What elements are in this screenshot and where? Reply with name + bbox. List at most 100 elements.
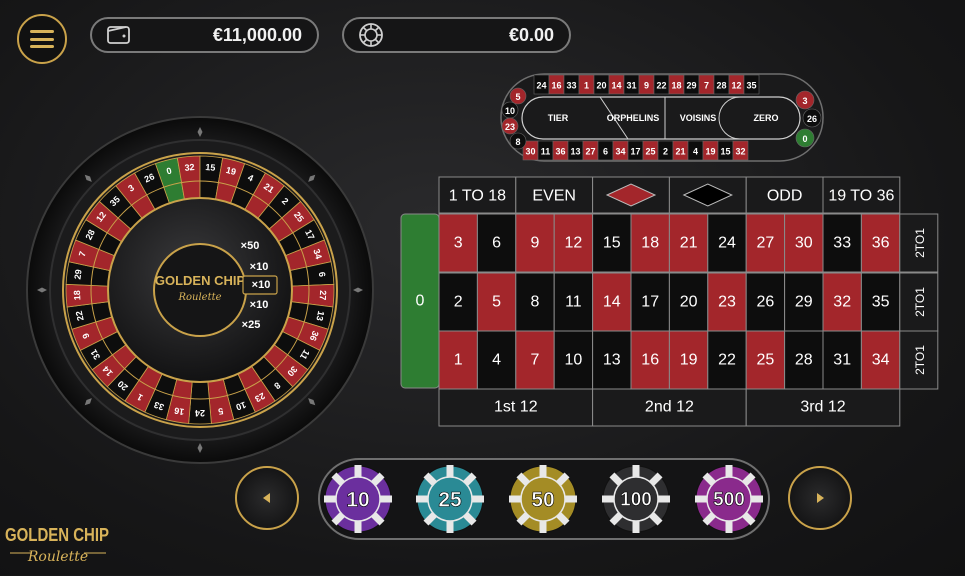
multiplier-label: ×10 xyxy=(250,299,269,311)
number-label: 17 xyxy=(641,294,659,311)
racetrack-number: 4 xyxy=(693,147,698,157)
chip-label: 100 xyxy=(620,490,652,511)
racetrack-number: 15 xyxy=(720,147,730,157)
chip-selector: 10 25 50 100 500 xyxy=(318,458,770,540)
number-label: 8 xyxy=(531,294,540,311)
wheel-number: 29 xyxy=(72,269,83,280)
number-label: 33 xyxy=(833,235,851,252)
racetrack-number: 29 xyxy=(686,81,696,91)
chip-25[interactable]: 25 xyxy=(416,465,484,533)
wheel-logo-line1: GOLDEN CHIP xyxy=(155,273,246,288)
wheel-number: 22 xyxy=(74,310,86,322)
racetrack-section[interactable]: TIER xyxy=(548,113,569,123)
chip-10[interactable]: 10 xyxy=(324,465,392,533)
number-label: 1 xyxy=(454,352,463,369)
number-label: 21 xyxy=(680,235,698,252)
wheel-logo-line2: Roulette xyxy=(177,292,221,303)
racetrack-number: 16 xyxy=(551,81,561,91)
number-label: 23 xyxy=(718,294,736,311)
racetrack-number: 19 xyxy=(705,147,715,157)
chip-label: 10 xyxy=(346,489,369,512)
number-label: 6 xyxy=(492,235,501,252)
racetrack-number: 35 xyxy=(746,81,756,91)
outside-bet-label: EVEN xyxy=(532,188,576,205)
chip-500[interactable]: 500 xyxy=(695,465,763,533)
racetrack-number: 3 xyxy=(802,96,807,106)
number-label: 26 xyxy=(757,294,775,311)
racetrack-number: 27 xyxy=(585,147,595,157)
racetrack-number: 9 xyxy=(644,81,649,91)
number-label: 32 xyxy=(833,294,851,311)
racetrack-number: 11 xyxy=(541,147,551,157)
wheel-number: 27 xyxy=(318,290,328,300)
racetrack-number: 33 xyxy=(566,81,576,91)
racetrack-number: 20 xyxy=(596,81,606,91)
racetrack-number: 22 xyxy=(656,81,666,91)
number-label: 22 xyxy=(718,352,736,369)
number-label: 36 xyxy=(872,235,890,252)
racetrack-number: 8 xyxy=(515,137,520,147)
racetrack-number: 23 xyxy=(505,122,515,132)
logo-line1: GOLDEN CHIP xyxy=(5,525,109,545)
racetrack-number: 28 xyxy=(716,81,726,91)
racetrack-number: 14 xyxy=(611,81,621,91)
wheel-number: 18 xyxy=(72,290,82,300)
chip-label: 50 xyxy=(531,489,554,512)
betting-board[interactable]: 1 TO 18 EVEN ODD 19 TO 36 0 3 6 9 12 15 18 21 24 27 30… xyxy=(400,176,940,428)
number-label: 18 xyxy=(641,235,659,252)
number-label: 20 xyxy=(680,294,698,311)
wheel-number: 32 xyxy=(184,162,195,173)
dozen-label: 3rd 12 xyxy=(800,399,845,416)
number-label: 11 xyxy=(565,294,582,311)
racetrack-number: 12 xyxy=(731,81,741,91)
racetrack-section[interactable]: ORPHELINS xyxy=(607,113,660,123)
balance-display: €11,000.00 xyxy=(90,17,319,53)
chip-icon xyxy=(359,23,383,47)
racetrack-number: 32 xyxy=(735,147,745,157)
chip-label: 25 xyxy=(438,489,462,512)
racetrack[interactable]: 24 16 33 1 20 14 31 9 22 18 29 7 28 12 35 30 11 36 13 27 6 34… xyxy=(500,73,824,162)
multiplier-label: ×25 xyxy=(242,319,261,331)
number-label: 31 xyxy=(833,352,851,369)
menu-button[interactable] xyxy=(17,14,67,64)
number-label: 7 xyxy=(531,352,540,369)
dozen-label: 1st 12 xyxy=(494,399,538,416)
chip-100[interactable]: 100 xyxy=(602,465,670,533)
number-label: 15 xyxy=(603,235,621,252)
racetrack-number: 13 xyxy=(570,147,580,157)
racetrack-number: 21 xyxy=(675,147,685,157)
chip-next-button[interactable] xyxy=(788,466,852,530)
racetrack-number: 0 xyxy=(802,134,807,144)
wheel-number: 15 xyxy=(205,162,216,173)
balance-amount: €11,000.00 xyxy=(212,24,302,45)
number-label: 10 xyxy=(565,352,583,369)
number-label: 9 xyxy=(531,235,540,252)
arrow-left-icon xyxy=(263,493,270,503)
column-bet-label: 2TO1 xyxy=(913,345,927,375)
number-label: 29 xyxy=(795,294,813,311)
racetrack-number: 25 xyxy=(645,147,655,157)
outside-bet-label: 19 TO 36 xyxy=(828,188,894,205)
multiplier-label: ×50 xyxy=(241,240,260,252)
number-label: 28 xyxy=(795,352,813,369)
racetrack-section[interactable]: VOISINS xyxy=(680,113,717,123)
number-label: 14 xyxy=(603,294,621,311)
number-label: 19 xyxy=(680,352,698,369)
number-label: 5 xyxy=(492,294,501,311)
chip-50[interactable]: 50 xyxy=(509,465,577,533)
multiplier-label: ×10 xyxy=(252,279,271,291)
logo-line2: Roulette xyxy=(27,549,88,565)
racetrack-section[interactable]: ZERO xyxy=(753,113,778,123)
racetrack-number: 6 xyxy=(603,147,608,157)
racetrack-number: 5 xyxy=(515,92,520,102)
total-bet-amount: €0.00 xyxy=(508,24,554,45)
number-label: 12 xyxy=(565,235,583,252)
racetrack-number: 7 xyxy=(704,81,709,91)
racetrack-number: 2 xyxy=(663,147,668,157)
number-label: 35 xyxy=(872,294,890,311)
multiplier-label: ×10 xyxy=(250,261,269,273)
racetrack-number: 1 xyxy=(584,81,589,91)
chip-prev-button[interactable] xyxy=(235,466,299,530)
column-bet-label: 2TO1 xyxy=(913,228,927,258)
racetrack-number: 26 xyxy=(807,114,817,124)
